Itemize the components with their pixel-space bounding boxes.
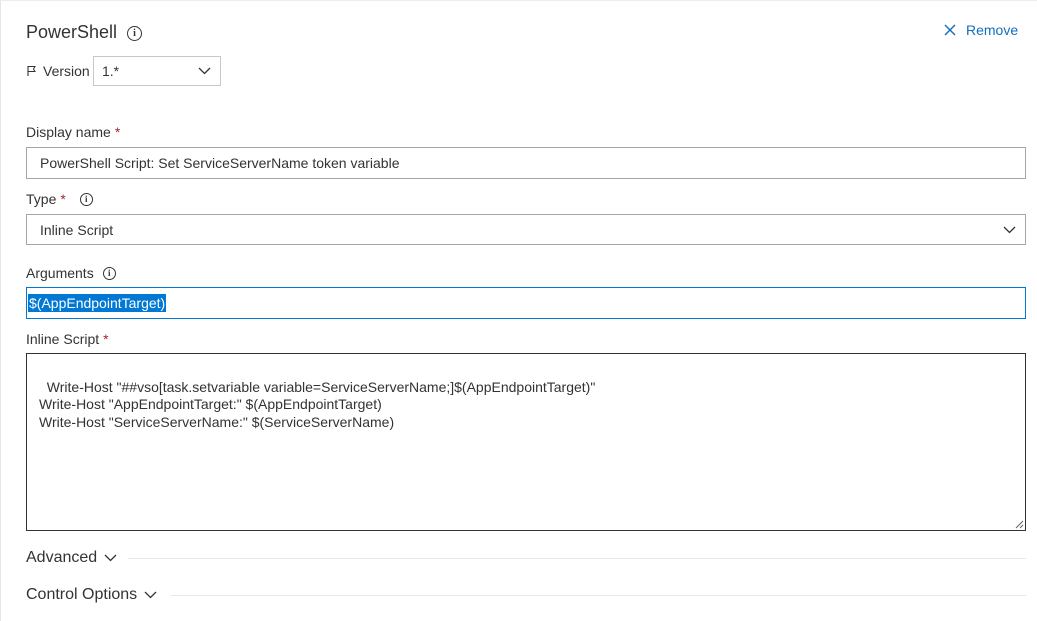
close-icon	[944, 24, 956, 36]
remove-button[interactable]: Remove	[944, 22, 1018, 38]
required-mark: *	[114, 124, 121, 140]
version-value: 1.*	[102, 63, 120, 79]
inline-script-value: Write-Host "##vso[task.setvariable varia…	[39, 378, 596, 430]
panel-left-border	[0, 0, 1, 621]
display-name-value: PowerShell Script: Set ServiceServerName…	[40, 155, 400, 171]
info-icon[interactable]: i	[79, 192, 93, 206]
required-mark: *	[60, 191, 66, 207]
task-title: PowerShell	[26, 22, 118, 42]
chevron-down-icon	[144, 591, 157, 599]
section-divider	[171, 595, 1026, 596]
display-name-field[interactable]: PowerShell Script: Set ServiceServerName…	[26, 147, 1026, 179]
inline-script-textarea[interactable]: Write-Host "##vso[task.setvariable varia…	[26, 353, 1026, 531]
control-options-section-toggle[interactable]: Control Options	[26, 586, 157, 604]
inline-script-label: Inline Script	[26, 331, 100, 347]
display-name-label: Display name	[26, 124, 111, 140]
advanced-section-toggle[interactable]: Advanced	[26, 549, 117, 567]
chevron-down-icon	[1003, 226, 1016, 233]
arguments-label-row: Arguments i	[26, 265, 116, 281]
chevron-down-icon	[198, 67, 211, 75]
display-name-label-row: Display name *	[26, 124, 120, 140]
advanced-label: Advanced	[26, 549, 98, 566]
control-options-label: Control Options	[26, 586, 138, 603]
remove-label: Remove	[966, 22, 1019, 38]
type-value: Inline Script	[40, 221, 114, 238]
type-label: Type	[26, 191, 57, 207]
flag-icon	[26, 65, 38, 77]
arguments-value: $(AppEndpointTarget)	[28, 294, 167, 312]
version-label: Version	[43, 63, 90, 79]
chevron-down-icon	[104, 554, 117, 562]
info-icon[interactable]: i	[102, 266, 116, 280]
arguments-field[interactable]: $(AppEndpointTarget)	[26, 287, 1026, 319]
type-label-row: Type * i	[26, 191, 93, 207]
task-header: PowerShell i	[26, 22, 143, 43]
required-mark: *	[103, 331, 109, 347]
version-select[interactable]: 1.*	[93, 56, 221, 86]
info-icon[interactable]: i	[127, 26, 143, 41]
inline-script-label-row: Inline Script *	[26, 331, 109, 347]
panel-top-border	[0, 0, 1037, 1]
arguments-label: Arguments	[26, 265, 94, 281]
resize-grip-icon[interactable]	[1014, 519, 1024, 529]
section-divider	[128, 558, 1026, 559]
version-row: Version	[26, 56, 90, 86]
type-select[interactable]: Inline Script	[26, 214, 1026, 245]
